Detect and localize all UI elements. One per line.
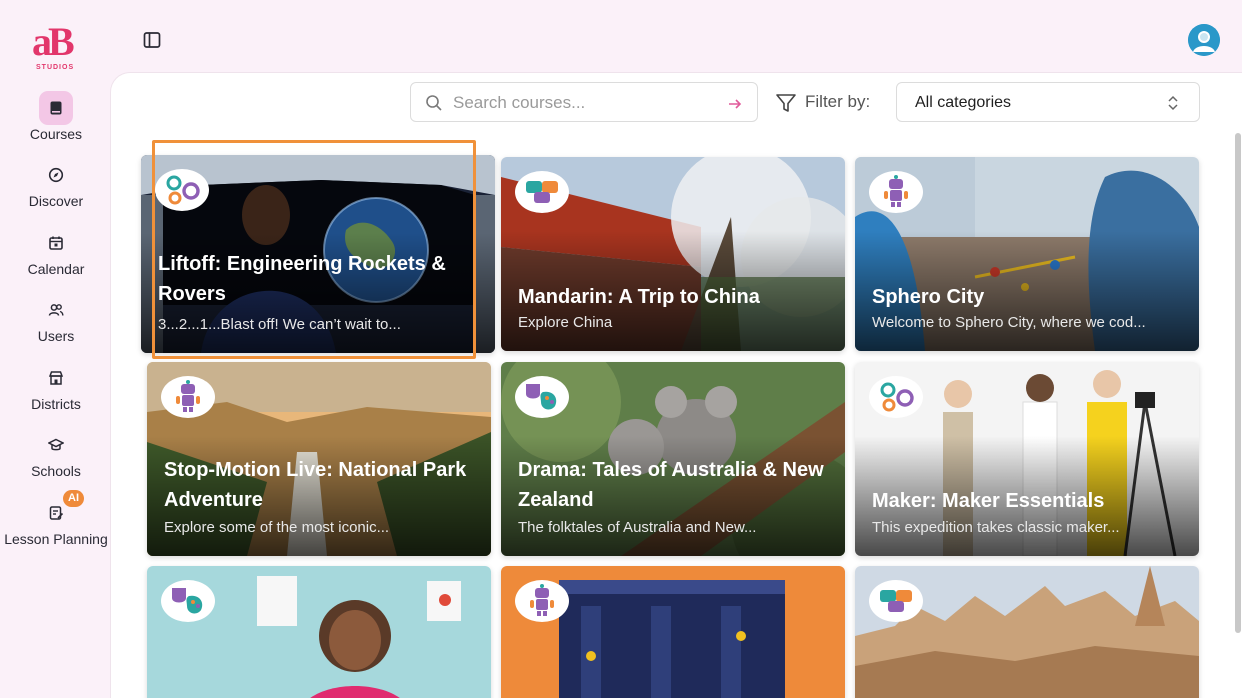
- theater-palette-icon: [161, 580, 215, 622]
- course-card[interactable]: [147, 566, 491, 698]
- chat-bubbles-icon: [515, 171, 569, 213]
- book-icon: [39, 91, 73, 125]
- gears-icon: [869, 376, 923, 418]
- card-title: Sphero City: [872, 286, 985, 308]
- gears-icon: [155, 169, 209, 211]
- course-card[interactable]: Maker: Maker Essentials This expedition …: [855, 362, 1199, 556]
- card-description: 3...2...1...Blast off! We can’t wait to.…: [158, 316, 401, 333]
- sidebar-item-label: Calendar: [27, 261, 85, 277]
- sidebar-item-label: Discover: [28, 193, 84, 209]
- building-icon: [39, 361, 73, 395]
- card-title: Mandarin: A Trip to China: [518, 286, 760, 308]
- robot-icon: [869, 171, 923, 213]
- users-icon: [39, 293, 73, 327]
- arrow-right-icon[interactable]: [727, 96, 743, 112]
- sidebar-item-label: Schools: [31, 463, 81, 479]
- brand-letters: aB: [32, 19, 75, 64]
- sidebar-item-users[interactable]: Users: [0, 293, 112, 345]
- card-description: This expedition takes classic maker...: [872, 519, 1120, 536]
- card-description: Welcome to Sphero City, where we cod...: [872, 314, 1146, 331]
- course-card[interactable]: Sphero City Welcome to Sphero City, wher…: [855, 157, 1199, 351]
- card-title: Stop-Motion Live: National Park Adventur…: [164, 459, 467, 511]
- card-title: Drama: Tales of Australia & New Zealand: [518, 459, 824, 511]
- chevron-up-down-icon: [1168, 95, 1178, 111]
- brand-sub: STUDIOS: [36, 64, 75, 71]
- main-panel: Filter by: All categories Liftoff: Engin…: [110, 72, 1242, 698]
- compass-icon: [39, 158, 73, 192]
- filter-label: Filter by:: [805, 92, 871, 111]
- sidebar-item-label: Users: [37, 328, 75, 344]
- sidebar-item-label: Lesson Planning: [4, 531, 108, 547]
- sidebar-item-courses[interactable]: Courses: [0, 91, 112, 143]
- course-card[interactable]: Drama: Tales of Australia & New Zealand …: [501, 362, 845, 556]
- ai-badge: AI: [63, 490, 84, 507]
- chat-bubbles-icon: [869, 580, 923, 622]
- brand-logo[interactable]: aB STUDIOS: [32, 22, 84, 72]
- search-input[interactable]: [453, 91, 713, 115]
- document-edit-icon: AI: [39, 490, 84, 530]
- user-avatar-icon: [1188, 24, 1220, 56]
- card-description: Explore China: [518, 314, 613, 331]
- sidebar-item-discover[interactable]: Discover: [0, 158, 112, 210]
- sidebar-item-label: Districts: [31, 396, 81, 412]
- card-description: Explore some of the most iconic...: [164, 519, 390, 536]
- sidebar: aB STUDIOS Courses Discover Calendar Use…: [0, 0, 112, 698]
- theater-palette-icon: [515, 376, 569, 418]
- course-card[interactable]: Liftoff: Engineering Rockets & Rovers 3.…: [141, 155, 495, 353]
- category-select[interactable]: All categories: [896, 82, 1200, 122]
- sidebar-toggle-button[interactable]: [142, 30, 162, 50]
- robot-icon: [161, 376, 215, 418]
- search-box: [410, 82, 758, 122]
- course-card[interactable]: [501, 566, 845, 698]
- sidebar-item-label: Courses: [29, 126, 83, 142]
- graduation-cap-icon: [39, 428, 73, 462]
- sidebar-item-lesson-planning[interactable]: AI Lesson Planning: [0, 490, 112, 548]
- card-title: Liftoff: Engineering Rockets & Rovers: [158, 253, 446, 305]
- card-description: The folktales of Australia and New...: [518, 519, 757, 536]
- sidebar-item-calendar[interactable]: Calendar: [0, 226, 112, 278]
- filter-icon: [776, 94, 796, 112]
- sidebar-item-districts[interactable]: Districts: [0, 361, 112, 413]
- robot-icon: [515, 580, 569, 622]
- user-avatar[interactable]: [1188, 24, 1220, 56]
- sidebar-item-schools[interactable]: Schools: [0, 428, 112, 480]
- course-card[interactable]: Mandarin: A Trip to China Explore China: [501, 157, 845, 351]
- category-select-value: All categories: [915, 94, 1012, 111]
- scrollbar[interactable]: [1235, 133, 1241, 633]
- panel-left-icon: [143, 32, 161, 48]
- search-icon: [426, 95, 442, 111]
- calendar-icon: [39, 226, 73, 260]
- course-card[interactable]: [855, 566, 1199, 698]
- card-title: Maker: Maker Essentials: [872, 490, 1105, 512]
- course-card[interactable]: Stop-Motion Live: National Park Adventur…: [147, 362, 491, 556]
